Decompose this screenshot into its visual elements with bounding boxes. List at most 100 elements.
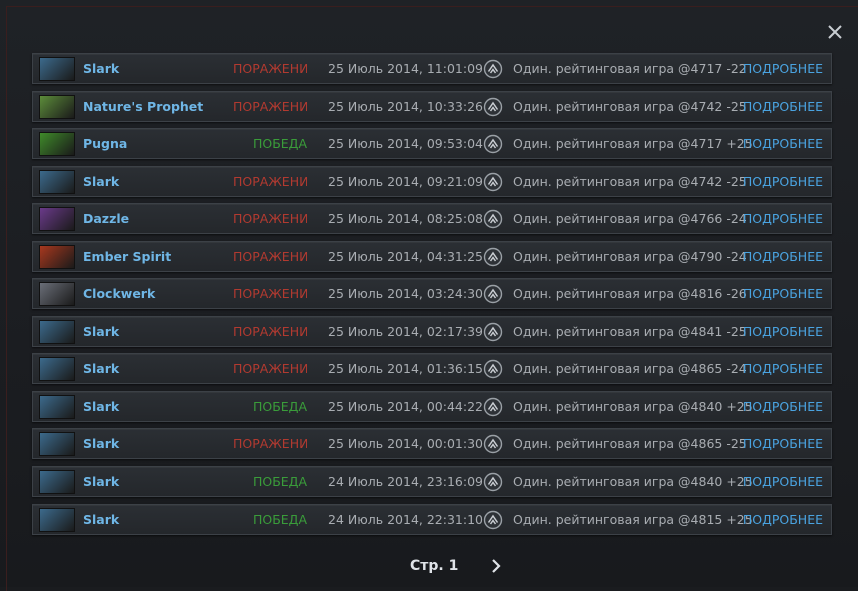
- ranked-badge-icon: [483, 247, 503, 266]
- match-row[interactable]: Slark ПОРАЖЕНИЕ 25 Июль 2014, 09:21:09 Один…: [32, 165, 832, 197]
- game-mode: Один. рейтинговая игра @4816 -26: [513, 286, 747, 302]
- match-row[interactable]: Slark ПОБЕДА 24 Июль 2014, 23:16:09 Один. р…: [32, 466, 832, 498]
- hero-portrait: [39, 244, 75, 269]
- match-date: 24 Июль 2014, 22:31:10: [328, 511, 483, 527]
- match-result: ПОБЕДА: [252, 136, 307, 152]
- details-link[interactable]: ПОДРОБНЕЕ: [743, 317, 823, 347]
- match-date: 25 Июль 2014, 09:21:09: [328, 173, 483, 189]
- match-result: ПОРАЖЕНИЕ: [233, 248, 307, 264]
- hero-name: Slark: [83, 511, 120, 527]
- ranked-badge-icon: [483, 510, 503, 529]
- ranked-badge-icon: [483, 209, 503, 229]
- game-mode: Один. рейтинговая игра @4841 -25: [513, 323, 747, 339]
- match-date: 24 Июль 2014, 23:16:09: [328, 474, 483, 490]
- match-date: 25 Июль 2014, 03:24:30: [328, 286, 483, 302]
- details-link[interactable]: ПОДРОБНЕЕ: [743, 354, 823, 384]
- ranked-badge-icon: [483, 435, 503, 454]
- ranked-badge-icon: [483, 59, 503, 79]
- match-result: ПОБЕДА: [252, 398, 307, 414]
- match-result: ПОБЕДА: [252, 474, 307, 490]
- game-mode: Один. рейтинговая игра @4865 -24: [513, 361, 747, 377]
- game-mode: Один. рейтинговая игра @4840 +25: [513, 398, 753, 414]
- details-link[interactable]: ПОДРОБНЕЕ: [743, 505, 823, 535]
- match-result: ПОРАЖЕНИЕ: [233, 361, 307, 377]
- match-list: Slark ПОРАЖЕНИЕ 25 Июль 2014, 11:01:09 Один…: [32, 53, 832, 541]
- hero-portrait: [39, 132, 75, 157]
- game-mode: Один. рейтинговая игра @4742 -25: [513, 98, 747, 114]
- match-result: ПОРАЖЕНИЕ: [233, 436, 307, 452]
- hero-name: Nature's Prophet: [83, 98, 204, 114]
- match-date: 25 Июль 2014, 02:17:39: [328, 323, 483, 339]
- next-page-button[interactable]: [488, 556, 504, 576]
- details-link[interactable]: ПОДРОБНЕЕ: [743, 242, 823, 272]
- details-link[interactable]: ПОДРОБНЕЕ: [743, 429, 823, 459]
- details-link[interactable]: ПОДРОБНЕЕ: [743, 392, 823, 422]
- details-link[interactable]: ПОДРОБНЕЕ: [743, 92, 823, 122]
- match-row[interactable]: Dazzle ПОРАЖЕНИЕ 25 Июль 2014, 08:25:08 Оди…: [32, 203, 832, 235]
- hero-portrait: [39, 507, 75, 532]
- ranked-badge-icon: [483, 360, 503, 379]
- ranked-badge-icon: [483, 322, 503, 342]
- match-date: 25 Июль 2014, 00:01:30: [328, 436, 483, 452]
- game-mode: Один. рейтинговая игра @4815 +25: [513, 511, 753, 527]
- game-mode: Один. рейтинговая игра @4840 +25: [513, 474, 753, 490]
- hero-name: Ember Spirit: [83, 248, 172, 264]
- ranked-badge-icon: [483, 97, 503, 116]
- match-row[interactable]: Slark ПОБЕДА 25 Июль 2014, 00:44:22 Один. р…: [32, 390, 832, 422]
- match-result: ПОРАЖЕНИЕ: [233, 61, 307, 76]
- hero-portrait: [39, 357, 75, 382]
- match-date: 25 Июль 2014, 04:31:25: [328, 248, 483, 264]
- ranked-badge-icon: [483, 172, 503, 191]
- game-mode: Один. рейтинговая игра @4717 +25: [513, 136, 753, 152]
- ranked-badge-icon: [483, 397, 503, 417]
- game-mode: Один. рейтинговая игра @4865 -25: [513, 436, 747, 452]
- hero-name: Slark: [83, 323, 120, 339]
- hero-portrait: [39, 470, 75, 495]
- match-result: ПОРАЖЕНИЕ: [233, 173, 307, 189]
- hero-name: Slark: [83, 474, 120, 490]
- hero-name: Slark: [83, 361, 120, 377]
- details-link[interactable]: ПОДРОБНЕЕ: [743, 204, 823, 234]
- match-date: 25 Июль 2014, 09:53:04: [328, 136, 483, 152]
- ranked-badge-icon: [483, 134, 503, 154]
- hero-portrait: [39, 432, 75, 457]
- match-result: ПОРАЖЕНИЕ: [233, 323, 307, 339]
- details-link[interactable]: ПОДРОБНЕЕ: [743, 467, 823, 497]
- match-result: ПОРАЖЕНИЕ: [233, 211, 307, 227]
- hero-name: Slark: [83, 436, 120, 452]
- match-result: ПОРАЖЕНИЕ: [233, 98, 307, 114]
- hero-portrait: [39, 319, 75, 344]
- hero-name: Slark: [83, 61, 120, 76]
- match-row[interactable]: Nature's Prophet ПОРАЖЕНИЕ 25 Июль 2014, 1…: [32, 90, 832, 122]
- details-link[interactable]: ПОДРОБНЕЕ: [743, 54, 823, 84]
- match-date: 25 Июль 2014, 08:25:08: [328, 211, 483, 227]
- page-indicator: Стр. 1: [410, 558, 459, 574]
- ranked-badge-icon: [483, 472, 503, 492]
- close-button[interactable]: [825, 22, 845, 42]
- match-row[interactable]: Slark ПОРАЖЕНИЕ 25 Июль 2014, 11:01:09 Один…: [32, 53, 832, 84]
- game-mode: Один. рейтинговая игра @4766 -24: [513, 211, 747, 227]
- match-row[interactable]: Pugna ПОБЕДА 25 Июль 2014, 09:53:04 Один. р…: [32, 128, 832, 160]
- hero-name: Dazzle: [83, 211, 130, 227]
- hero-portrait: [39, 94, 75, 119]
- match-date: 25 Июль 2014, 10:33:26: [328, 98, 483, 114]
- match-history-dialog: Slark ПОРАЖЕНИЕ 25 Июль 2014, 11:01:09 Один…: [0, 0, 858, 591]
- match-result: ПОРАЖЕНИЕ: [233, 286, 307, 302]
- details-link[interactable]: ПОДРОБНЕЕ: [743, 129, 823, 159]
- hero-portrait: [39, 207, 75, 232]
- hero-name: Pugna: [83, 136, 128, 152]
- match-date: 25 Июль 2014, 11:01:09: [328, 61, 483, 76]
- game-mode: Один. рейтинговая игра @4742 -25: [513, 173, 747, 189]
- match-result: ПОБЕДА: [252, 511, 307, 527]
- match-row[interactable]: Slark ПОБЕДА 24 Июль 2014, 22:31:10 Один. р…: [32, 503, 832, 535]
- match-row[interactable]: Ember Spirit ПОРАЖЕНИЕ 25 Июль 2014, 04:31…: [32, 240, 832, 272]
- match-row[interactable]: Slark ПОРАЖЕНИЕ 25 Июль 2014, 00:01:30 Один…: [32, 428, 832, 460]
- match-row[interactable]: Slark ПОРАЖЕНИЕ 25 Июль 2014, 02:17:39 Один…: [32, 315, 832, 347]
- details-link[interactable]: ПОДРОБНЕЕ: [743, 167, 823, 197]
- hero-name: Slark: [83, 173, 120, 189]
- match-row[interactable]: Clockwerk ПОРАЖЕНИЕ 25 Июль 2014, 03:24:30…: [32, 278, 832, 310]
- hero-name: Clockwerk: [83, 286, 156, 302]
- details-link[interactable]: ПОДРОБНЕЕ: [743, 279, 823, 309]
- chevron-right-icon: [492, 559, 501, 573]
- match-row[interactable]: Slark ПОРАЖЕНИЕ 25 Июль 2014, 01:36:15 Один…: [32, 353, 832, 385]
